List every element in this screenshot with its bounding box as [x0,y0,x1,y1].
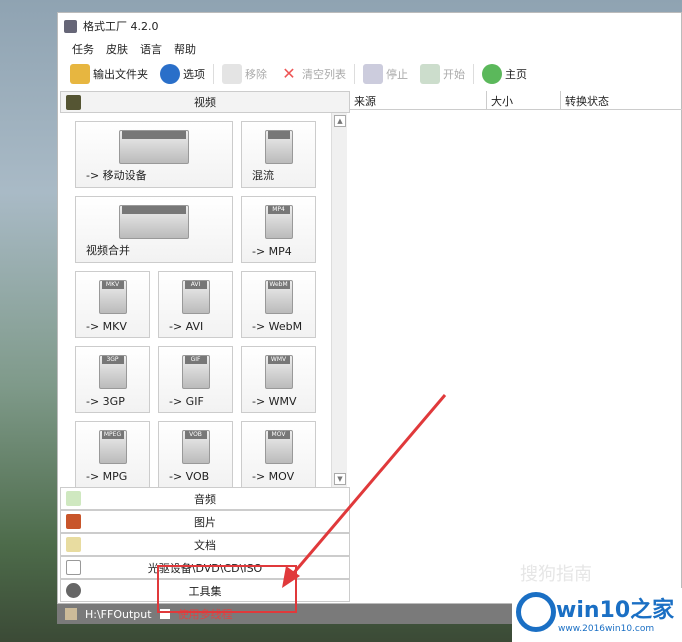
win10-watermark: win10之家 www.2016win10.com [512,588,682,642]
watermark-brand: win10之家 [556,598,675,623]
annotation-arrow [282,394,447,588]
arrow-line [290,394,447,576]
win10-logo [516,592,556,632]
highlight-box [157,565,297,613]
watermark-url: www.2016win10.com [558,624,655,634]
